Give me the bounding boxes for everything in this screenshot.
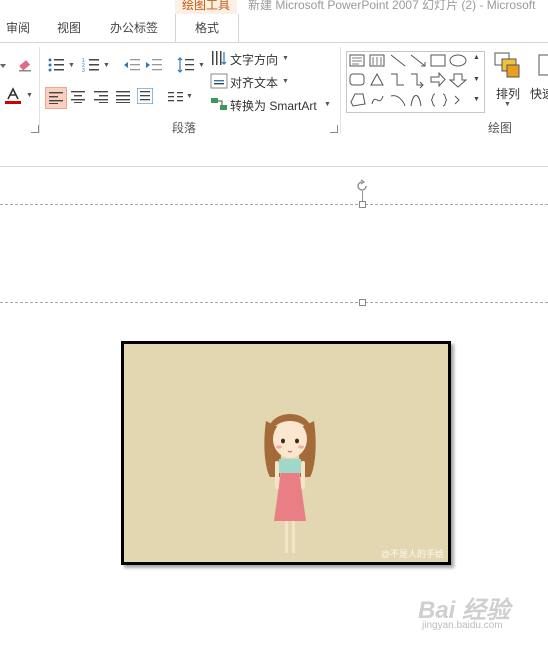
ribbon: ▼ ▼ 123 ▼ ▼ ▼ 文字方向 ▼ 对齐文本 ▼ 转换为 SmartArt…	[0, 42, 548, 138]
align-center-icon[interactable]	[69, 88, 87, 106]
elbow-arrow-shape-icon	[411, 73, 424, 89]
smartart-dropdown-icon[interactable]: ▼	[324, 101, 331, 108]
ruler-area	[0, 136, 548, 166]
rounded-rectangle-shape-icon	[349, 73, 365, 86]
quick-styles-button[interactable]: 快速	[530, 85, 548, 102]
columns-icon[interactable]	[167, 88, 185, 106]
text-direction-dropdown-icon[interactable]: ▼	[282, 55, 289, 62]
font-group-launcher-icon[interactable]	[31, 125, 39, 133]
numbering-dropdown-icon[interactable]: ▼	[103, 62, 110, 69]
text-direction-icon[interactable]	[210, 49, 228, 67]
smartart-icon[interactable]	[210, 95, 228, 113]
align-right-icon[interactable]	[92, 88, 110, 106]
shape-gallery-scroll[interactable]: ▲ ▼ ▼	[470, 51, 485, 113]
bullets-icon[interactable]	[47, 56, 65, 74]
document-title: 新建 Microsoft PowerPoint 2007 幻灯片 (2) - M…	[248, 0, 536, 12]
picture-caption: @不是人的手绘	[380, 549, 444, 559]
arrange-button[interactable]: 排列	[496, 85, 520, 102]
title-bar: 绘图工具 新建 Microsoft PowerPoint 2007 幻灯片 (2…	[0, 0, 548, 14]
drawing-tools-context-label: 绘图工具	[175, 0, 237, 14]
columns-dropdown-icon[interactable]: ▼	[186, 93, 193, 100]
distributed-icon[interactable]	[136, 87, 154, 105]
tab-review[interactable]: 审阅	[6, 14, 30, 42]
svg-text:3: 3	[82, 68, 85, 73]
tab-office-tab[interactable]: 办公标签	[110, 14, 158, 42]
ribbon-tabs: 审阅 视图 办公标签 格式	[0, 14, 548, 42]
increase-indent-icon[interactable]	[145, 56, 163, 74]
triangle-shape-icon	[370, 72, 384, 86]
font-color-icon[interactable]	[4, 87, 22, 105]
oval-shape-icon	[449, 54, 467, 67]
align-text-dropdown-icon[interactable]: ▼	[282, 78, 289, 85]
left-brace-shape-icon	[430, 93, 436, 107]
freeform-shape-icon	[350, 93, 366, 107]
numbering-icon[interactable]: 123	[82, 56, 100, 74]
line-spacing-dropdown-icon[interactable]: ▼	[198, 62, 205, 69]
line-spacing-icon[interactable]	[177, 56, 195, 74]
right-brace-shape-icon	[442, 93, 448, 107]
placeholder-top-border	[0, 204, 548, 205]
rectangle-shape-icon	[430, 54, 446, 67]
gallery-scroll-up-icon[interactable]: ▲	[473, 54, 480, 61]
down-arrow-shape-icon	[448, 73, 468, 88]
gallery-scroll-down-icon[interactable]: ▼	[473, 76, 480, 83]
chevron-shape-icon	[454, 95, 460, 105]
align-text-icon[interactable]	[210, 72, 228, 90]
gallery-more-icon[interactable]: ▼	[473, 96, 480, 103]
shape-gallery[interactable]	[346, 51, 472, 113]
decrease-indent-icon[interactable]	[123, 56, 141, 74]
arrange-icon[interactable]	[493, 51, 521, 79]
tab-view[interactable]: 视图	[57, 14, 81, 42]
font-color-dropdown-icon[interactable]: ▼	[26, 92, 33, 99]
watermark-url: jingyan.baidu.com	[422, 620, 503, 631]
line-shape-icon	[390, 54, 406, 67]
quick-styles-icon[interactable]	[537, 53, 548, 77]
right-arrow-shape-icon	[430, 71, 446, 88]
align-text-button[interactable]: 对齐文本	[230, 74, 278, 91]
slide-picture[interactable]: @不是人的手绘	[121, 341, 451, 565]
arrange-dropdown-icon[interactable]: ▼	[504, 101, 511, 108]
align-left-icon[interactable]	[45, 87, 67, 109]
resize-handle-top[interactable]	[359, 201, 366, 208]
scribble-shape-icon	[371, 95, 384, 105]
tab-format[interactable]: 格式	[175, 14, 239, 42]
clear-formatting-icon[interactable]	[16, 56, 34, 74]
arc-shape-icon	[390, 95, 406, 107]
bullets-dropdown-icon[interactable]: ▼	[68, 62, 75, 69]
convert-smartart-button[interactable]: 转换为 SmartArt	[230, 97, 317, 114]
arrow-shape-icon	[410, 54, 426, 67]
font-dropdown-arrow-icon[interactable]	[0, 57, 12, 75]
drawing-group-label: 绘图	[488, 121, 513, 135]
paragraph-group-label: 段落	[172, 121, 197, 135]
girl-illustration	[264, 414, 316, 553]
text-direction-button[interactable]: 文字方向	[230, 51, 278, 68]
resize-handle-bottom[interactable]	[359, 299, 366, 306]
paragraph-group-launcher-icon[interactable]	[330, 125, 338, 133]
placeholder-bottom-border	[0, 302, 548, 303]
justify-icon[interactable]	[114, 88, 132, 106]
elbow-connector-shape-icon	[391, 73, 404, 86]
curve-shape-icon	[410, 95, 422, 107]
